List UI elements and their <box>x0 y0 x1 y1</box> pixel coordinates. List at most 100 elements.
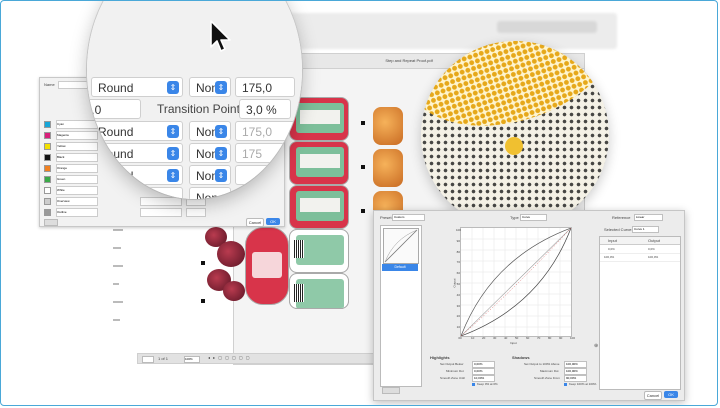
cap-dropdown[interactable]: None <box>189 187 231 199</box>
chevron-updown-icon: ⇕ <box>167 81 179 94</box>
swatch-color <box>44 121 51 128</box>
cap-dropdown[interactable]: None ⇕ <box>189 77 231 97</box>
swatch-color <box>44 154 51 161</box>
join-value: Round <box>98 147 134 161</box>
swatch-row[interactable]: Outline <box>44 208 280 217</box>
curve-graph[interactable] <box>460 227 572 337</box>
registration-mark <box>361 209 365 213</box>
name-label: Name <box>44 82 55 87</box>
panel-ok-button[interactable]: OK <box>266 218 280 225</box>
table-row[interactable]: 0,0% 0,0% <box>600 246 680 254</box>
statusbar-chip[interactable] <box>142 356 154 363</box>
smooth-zone-from-field[interactable]: 90,00% <box>564 375 587 382</box>
chevron-updown-icon: ⇕ <box>215 125 227 138</box>
registration-mark <box>201 299 205 303</box>
y-tick-label: 40 <box>456 292 460 297</box>
keep-hundred-label: Keep 100% at 100% <box>569 382 597 386</box>
preset-label: Preset <box>380 215 392 220</box>
table-row[interactable]: 100,0% 100,0% <box>600 254 680 262</box>
barcode-label <box>289 273 349 309</box>
set-output-below-field[interactable]: 0,00% <box>472 361 495 368</box>
join-dropdown[interactable] <box>140 208 182 217</box>
transition-point-label: Transition Point: <box>157 102 244 116</box>
table-header: Output <box>648 238 661 243</box>
x-tick-label: 0 <box>460 336 462 340</box>
highlight-field-label: Smooth Zone Until <box>440 376 465 380</box>
y-tick-label: 60 <box>456 271 460 276</box>
list-add-remove[interactable] <box>382 387 400 394</box>
y-tick-label: 50 <box>456 281 460 286</box>
pomegranate-image <box>223 281 245 301</box>
selected-curve-label: Selected Curve: <box>604 227 633 232</box>
width-value: 175,0 <box>242 81 273 95</box>
keep-hundred-checkbox[interactable] <box>564 383 567 386</box>
shadow-field-label: Maximum Dot <box>540 369 559 373</box>
swatch-color <box>44 165 51 172</box>
reference-dropdown[interactable]: Linear <box>634 214 663 221</box>
curve-list-item-default[interactable]: Default <box>382 264 418 271</box>
maximum-dot-field[interactable]: 100,00% <box>564 368 587 375</box>
join-dropdown[interactable]: Round ⇕ <box>91 77 183 97</box>
width-field[interactable]: 175 <box>235 143 295 163</box>
width-field[interactable]: 175,0 <box>235 77 295 97</box>
panel-cancel-button[interactable]: Cancel <box>246 218 264 227</box>
join-dropdown[interactable]: Round <box>91 187 183 199</box>
y-tick-label: 10 <box>456 325 460 330</box>
swatch-name: Outline <box>56 208 98 217</box>
y-tick-label: 30 <box>456 303 460 308</box>
x-tick-label: 100 <box>570 336 576 340</box>
product-label <box>245 227 289 305</box>
x-tick-label: 80 <box>548 336 552 340</box>
width-field[interactable] <box>235 165 295 185</box>
transition-point-field[interactable]: 3,0 % <box>239 99 291 119</box>
shadows-title: Shadows <box>512 355 530 360</box>
keep-zero-checkbox[interactable] <box>472 383 475 386</box>
shadow-field-label: Smooth Zone From <box>534 376 560 380</box>
nav-icons[interactable]: ◂ ▸ ▢ ▢ ▢ ▢ ▢ <box>208 355 251 360</box>
smooth-zone-until-field[interactable]: 10,00% <box>472 375 495 382</box>
set-output-above-field[interactable]: 100,00% <box>564 361 587 368</box>
mouse-pointer-icon <box>210 20 231 52</box>
offset-field[interactable]: 20,0 <box>87 99 141 119</box>
join-dropdown[interactable]: Round ⇕ <box>91 165 183 185</box>
add-remove-buttons[interactable] <box>44 219 58 226</box>
swatch-color <box>44 209 51 216</box>
transition-point-value: 3,0 % <box>246 103 277 117</box>
x-tick-label: 30 <box>493 336 497 340</box>
chevron-updown-icon: ⇕ <box>215 147 227 160</box>
cap-dropdown[interactable]: None ⇕ <box>189 121 231 141</box>
swatch-color <box>44 132 51 139</box>
selected-curve-dropdown[interactable]: Curve 1 <box>632 226 659 233</box>
preset-dropdown[interactable]: Custom <box>392 214 425 221</box>
cap-dropdown[interactable] <box>186 208 206 217</box>
reference-label: Reference <box>612 215 631 220</box>
type-dropdown[interactable]: Curve <box>520 214 547 221</box>
pomegranate-image <box>217 241 245 267</box>
barcode-label <box>289 229 349 273</box>
highlight-field-label: Set Output Below <box>440 362 464 366</box>
chevron-updown-icon: ⇕ <box>167 125 179 138</box>
y-tick-label: 70 <box>456 260 460 265</box>
curves-cancel-button[interactable]: Cancel <box>644 391 662 400</box>
join-value: Round <box>98 169 134 183</box>
orange-label <box>373 107 403 145</box>
join-dropdown[interactable]: Round ⇕ <box>91 143 183 163</box>
cap-value: None <box>196 191 225 199</box>
cap-dropdown[interactable]: None ⇕ <box>189 165 231 185</box>
halftone-zoom-preview <box>421 41 609 229</box>
registration-mark <box>201 261 205 265</box>
zoom-field[interactable]: 100% <box>184 356 200 363</box>
registration-mark <box>361 121 365 125</box>
minimum-dot-field[interactable]: 0,00% <box>472 368 495 375</box>
curve-thumbnail[interactable] <box>383 228 419 264</box>
curves-ok-button[interactable]: OK <box>664 391 678 398</box>
x-tick-label: 60 <box>526 336 530 340</box>
width-field[interactable]: 175,0 <box>235 121 295 141</box>
cap-dropdown[interactable]: None ⇕ <box>189 143 231 163</box>
registration-mark <box>361 165 365 169</box>
join-dropdown[interactable]: Round ⇕ <box>91 121 183 141</box>
y-tick-label: 20 <box>456 314 460 319</box>
swatch-color <box>44 143 51 150</box>
width-value: 175 <box>242 147 263 161</box>
y-axis-label: Output <box>452 278 457 288</box>
